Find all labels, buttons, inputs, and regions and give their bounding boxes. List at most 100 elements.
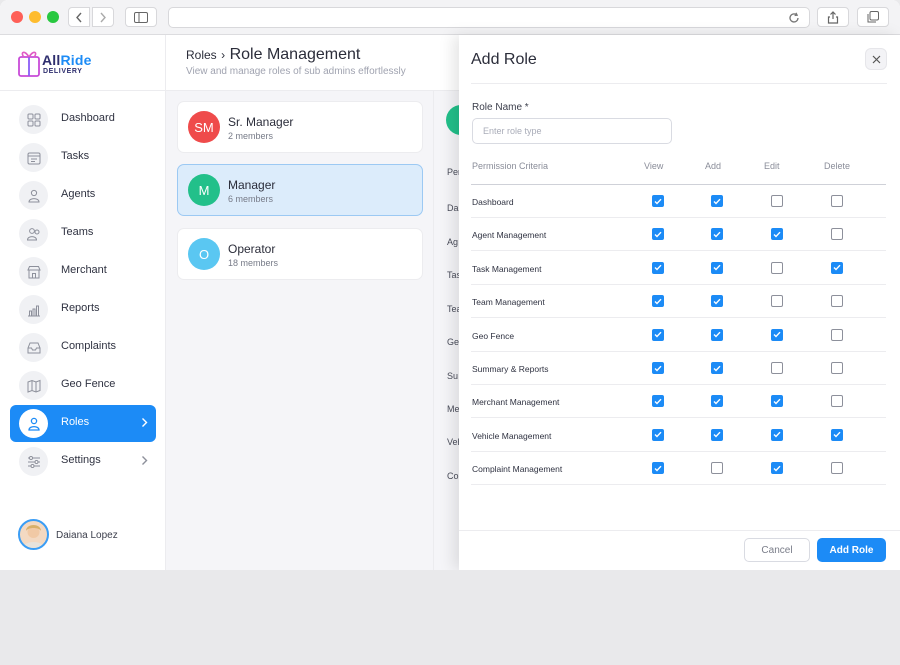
view-checkbox[interactable] xyxy=(652,328,664,341)
delete-checkbox[interactable] xyxy=(831,395,843,408)
sidebar-item-merchant[interactable]: Merchant xyxy=(10,253,156,290)
sidebar-item-label: Reports xyxy=(61,302,100,314)
view-checkbox[interactable] xyxy=(652,295,664,308)
role-avatar: O xyxy=(188,238,220,270)
address-bar[interactable] xyxy=(168,7,810,28)
delete-checkbox[interactable] xyxy=(831,328,843,341)
edit-checkbox[interactable] xyxy=(771,328,783,341)
checkmark-icon xyxy=(654,265,662,271)
sidebar-item-teams[interactable]: Teams xyxy=(10,215,156,252)
add-checkbox[interactable] xyxy=(711,462,723,475)
main-content: Roles › Role Management View and manage … xyxy=(166,35,476,570)
back-button[interactable] xyxy=(68,7,90,27)
add-role-panel: Add Role Role Name * Permission Criteria… xyxy=(459,35,900,570)
add-checkbox[interactable] xyxy=(711,428,723,441)
table-row: Dashboard xyxy=(471,185,886,218)
permission-label: Geo Fence xyxy=(472,330,515,341)
brand-logo[interactable]: AllRide DELIVERY xyxy=(0,35,166,91)
minimize-window-button[interactable] xyxy=(29,11,41,23)
column-header-criteria: Permission Criteria xyxy=(472,161,549,171)
delete-checkbox[interactable] xyxy=(831,462,843,475)
sidebar-item-geo-fence[interactable]: Geo Fence xyxy=(10,367,156,404)
tabs-button[interactable] xyxy=(857,7,889,27)
maximize-window-button[interactable] xyxy=(47,11,59,23)
delete-checkbox[interactable] xyxy=(831,228,843,241)
table-row: Complaint Management xyxy=(471,452,886,486)
delete-checkbox[interactable] xyxy=(831,261,843,274)
view-checkbox[interactable] xyxy=(652,195,664,207)
add-checkbox[interactable] xyxy=(711,295,723,308)
view-checkbox[interactable] xyxy=(652,428,664,441)
chevron-right-icon xyxy=(100,12,106,22)
sidebar-item-agents[interactable]: Agents xyxy=(10,177,156,214)
permission-label: Complaint Management xyxy=(472,464,563,475)
chevron-left-icon xyxy=(76,12,82,22)
add-checkbox[interactable] xyxy=(711,261,723,274)
checkmark-icon xyxy=(654,331,662,338)
checkmark-icon xyxy=(713,231,721,238)
delete-checkbox[interactable] xyxy=(831,295,843,308)
edit-checkbox[interactable] xyxy=(771,295,783,308)
table-row: Merchant Management xyxy=(471,385,886,419)
sidebar-item-complaints[interactable]: Complaints xyxy=(10,329,156,366)
delete-checkbox[interactable] xyxy=(831,362,843,374)
add-checkbox[interactable] xyxy=(711,395,723,408)
add-checkbox[interactable] xyxy=(711,328,723,341)
add-checkbox[interactable] xyxy=(711,362,723,374)
sliders-icon xyxy=(19,447,48,476)
user-profile[interactable]: Daiana Lopez xyxy=(18,519,158,551)
calendar-icon xyxy=(19,143,48,172)
add-checkbox[interactable] xyxy=(711,195,723,207)
close-window-button[interactable] xyxy=(11,11,23,23)
brand-name-part1: All xyxy=(42,52,61,68)
sidebar-item-settings[interactable]: Settings xyxy=(10,443,156,480)
reload-icon[interactable] xyxy=(788,12,800,24)
sidebar-item-reports[interactable]: Reports xyxy=(10,291,156,328)
page-header: Roles › Role Management View and manage … xyxy=(166,35,460,91)
close-panel-button[interactable] xyxy=(865,48,887,70)
role-name-input[interactable] xyxy=(472,118,672,144)
delete-checkbox[interactable] xyxy=(831,195,843,207)
role-name: Operator xyxy=(228,242,276,256)
share-icon xyxy=(827,10,839,24)
view-checkbox[interactable] xyxy=(652,261,664,274)
roles-icon xyxy=(19,409,48,438)
edit-checkbox[interactable] xyxy=(771,395,783,408)
breadcrumb: Roles › Role Management xyxy=(186,46,360,64)
view-checkbox[interactable] xyxy=(652,228,664,241)
edit-checkbox[interactable] xyxy=(771,195,783,207)
edit-checkbox[interactable] xyxy=(771,428,783,441)
view-checkbox[interactable] xyxy=(652,462,664,475)
sidebar-item-dashboard[interactable]: Dashboard xyxy=(10,101,156,138)
sidebar-item-roles[interactable]: Roles xyxy=(10,405,156,442)
edit-checkbox[interactable] xyxy=(771,362,783,374)
sidebar-item-tasks[interactable]: Tasks xyxy=(10,139,156,176)
edit-checkbox[interactable] xyxy=(771,462,783,475)
view-checkbox[interactable] xyxy=(652,395,664,408)
sidebar-toggle-button[interactable] xyxy=(125,7,157,27)
column-header-add: Add xyxy=(705,161,722,171)
add-role-button[interactable]: Add Role xyxy=(817,538,886,562)
view-checkbox[interactable] xyxy=(652,362,664,374)
role-card-manager[interactable]: M Manager 6 members xyxy=(177,164,423,216)
delete-checkbox[interactable] xyxy=(831,428,843,441)
share-button[interactable] xyxy=(817,7,849,27)
permission-label: Dashboard xyxy=(472,197,514,207)
app-window: AllRide DELIVERY Dashboard Tasks Agents … xyxy=(0,0,900,570)
role-card-sr-manager[interactable]: SM Sr. Manager 2 members xyxy=(177,101,423,153)
cancel-button[interactable]: Cancel xyxy=(744,538,810,562)
checkmark-icon xyxy=(654,198,662,205)
edit-checkbox[interactable] xyxy=(771,228,783,241)
checkmark-icon xyxy=(773,231,781,238)
inbox-icon xyxy=(19,333,48,362)
breadcrumb-roles[interactable]: Roles xyxy=(186,48,217,62)
permission-label: Vehicle Management xyxy=(472,430,552,441)
add-checkbox[interactable] xyxy=(711,228,723,241)
checkmark-icon xyxy=(654,398,662,405)
edit-checkbox[interactable] xyxy=(771,261,783,274)
forward-button[interactable] xyxy=(92,7,114,27)
role-card-operator[interactable]: O Operator 18 members xyxy=(177,228,423,280)
avatar xyxy=(18,519,49,550)
checkmark-icon xyxy=(713,265,721,271)
sidebar-icon xyxy=(134,11,148,23)
